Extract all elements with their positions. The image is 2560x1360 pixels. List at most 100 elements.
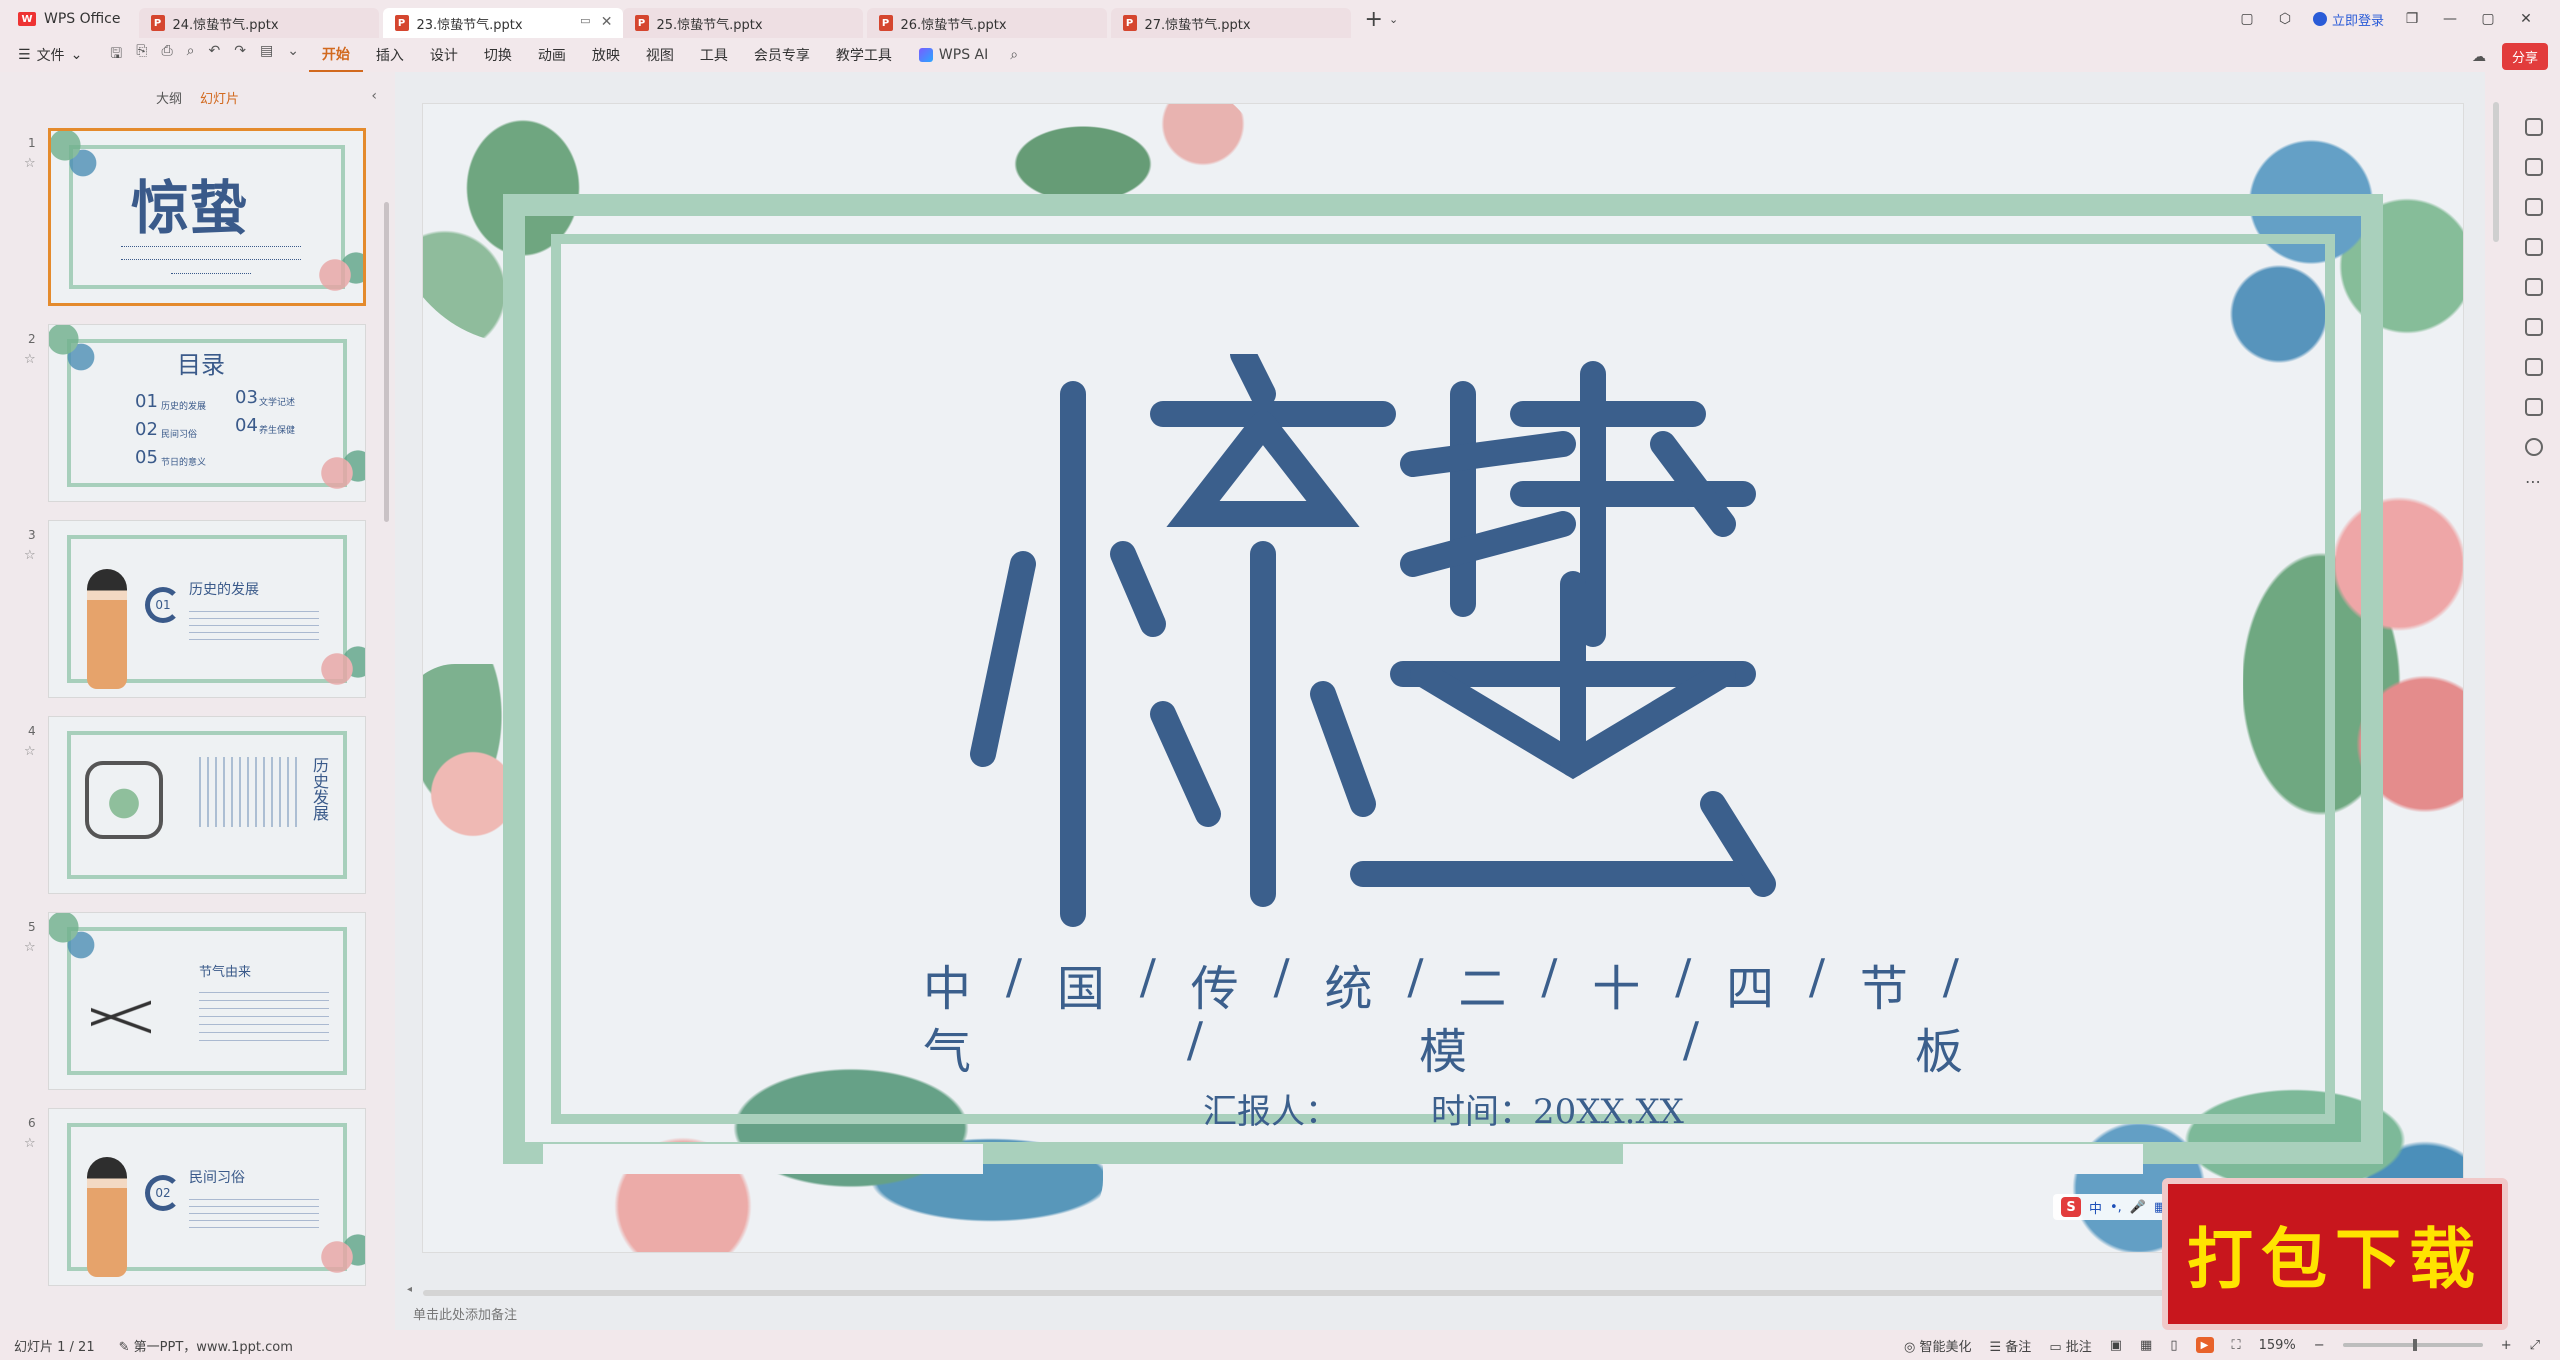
comments-button[interactable]: ▭ 批注 [2049,1336,2091,1355]
share-button[interactable]: 分享 [2501,43,2548,70]
thumbnail-image[interactable]: 节气由来 [48,912,366,1090]
monitor-icon[interactable]: ▭ [580,14,590,27]
sogou-ime-icon[interactable]: S [2061,1197,2081,1217]
tab-list-chevron-icon[interactable]: ⌄ [1389,13,1398,26]
download-badge[interactable]: 打包下载 [2162,1178,2508,1330]
star-icon[interactable]: ☆ [24,548,36,563]
slide-thumbnail-6[interactable]: 6 ☆ 02 民间习俗 [0,1108,395,1298]
export-pdf-icon[interactable]: ⎘ [136,43,147,67]
fullscreen-icon[interactable]: ⤢ [2530,1338,2540,1353]
theme-name[interactable]: ✎ 第一PPT，www.1ppt.com [119,1336,293,1355]
layout-icon[interactable] [2525,358,2543,376]
thumbnail-image[interactable]: 01 历史的发展 [48,520,366,698]
tab-animations[interactable]: 动画 [525,38,579,72]
tab-teaching-tools[interactable]: 教学工具 [823,38,905,72]
wps-home-tab[interactable]: W WPS Office [0,0,139,38]
doc-tab-27[interactable]: P 27.惊蛰节气.pptx [1110,8,1351,38]
search-icon[interactable]: ⌕ [1002,47,1026,63]
doc-tab-25[interactable]: P 25.惊蛰节气.pptx [622,8,863,38]
undo-icon[interactable]: ↶ [208,43,220,67]
doc-tab-26[interactable]: P 26.惊蛰节气.pptx [866,8,1107,38]
star-icon[interactable]: ☆ [24,156,36,171]
minimize-icon[interactable]: — [2440,11,2460,27]
file-menu[interactable]: ☰ 文件 ⌄ [0,45,100,65]
tools-icon[interactable] [2525,318,2543,336]
cube-icon[interactable]: ⬡ [2275,11,2295,27]
vertical-scrollbar[interactable] [2493,102,2499,242]
wps-ai-button[interactable]: WPS AI [905,47,1002,63]
print-preview-icon[interactable]: ⌕ [187,43,195,67]
more-options-icon[interactable]: ⋯ [2525,472,2541,491]
notes-button[interactable]: ☰ 备注 [1990,1336,2032,1355]
print-icon[interactable]: ⎙ [161,43,172,67]
zoom-slider-handle[interactable] [2413,1339,2418,1351]
fit-window-icon[interactable]: ⛶ [2232,1338,2241,1353]
login-button[interactable]: 立即登录 [2312,10,2384,29]
thumbnail-image[interactable]: 历史发展 [48,716,366,894]
tab-transitions[interactable]: 切换 [471,38,525,72]
smart-beautify-button[interactable]: ◎ 智能美化 [1904,1336,1972,1355]
settings-sliders-icon[interactable] [2525,158,2543,176]
panel-scrollbar[interactable] [384,202,389,522]
doc-tab-23[interactable]: P 23.惊蛰节气.pptx ▭ ✕ [382,8,623,38]
new-tab-plus-icon[interactable]: + [1365,7,1383,32]
slide-thumbnail-1[interactable]: 1 ☆ 惊蛰 [0,128,395,318]
tab-design[interactable]: 设计 [417,38,471,72]
zoom-level[interactable]: 159% [2259,1338,2296,1353]
normal-view-icon[interactable]: ▣ [2110,1338,2122,1353]
thumbnail-image[interactable]: 目录 01 历史的发展 02 民间习俗 03 文学记述 04 养生保健 05 节… [48,324,366,502]
current-slide[interactable]: 中 / 国 / 传 / 统 / 二 / 十 / 四 / 节 / 气 / 模 / … [423,104,2463,1252]
slide-thumbnail-2[interactable]: 2 ☆ 目录 01 历史的发展 02 民间习俗 03 文学记述 04 养生保健 … [0,324,395,514]
tab-slideshow[interactable]: 放映 [579,38,633,72]
reporter-label: 汇报人： [1203,1092,1339,1132]
tab-home[interactable]: 开始 [308,38,363,72]
star-icon[interactable]: ☆ [24,940,36,955]
redo-icon[interactable]: ↷ [234,43,246,67]
star-icon[interactable]: ☆ [24,352,36,367]
notes-placeholder[interactable]: 单击此处添加备注 [413,1304,517,1323]
horizontal-scrollbar[interactable] [423,1290,2323,1296]
play-slideshow-icon[interactable]: ▶ [2195,1337,2214,1353]
thumbnail-image[interactable]: 02 民间习俗 [48,1108,366,1286]
toc-number: 02 [135,419,158,440]
zoom-in-icon[interactable]: + [2501,1338,2512,1353]
share-doc-icon[interactable] [2525,398,2543,416]
properties-icon[interactable] [2525,118,2543,136]
maximize-icon[interactable]: ▢ [2478,11,2498,27]
save-icon[interactable]: 🖫 [110,43,122,67]
tab-insert[interactable]: 插入 [363,38,417,72]
slide-thumbnail-4[interactable]: 4 ☆ 历史发展 [0,716,395,906]
ime-microphone-icon[interactable]: 🎤 [2130,1200,2146,1215]
copy-icon[interactable] [2525,238,2543,256]
doc-tab-24[interactable]: P 24.惊蛰节气.pptx [138,8,379,38]
tab-member[interactable]: 会员专享 [741,38,823,72]
star-icon[interactable]: ☆ [24,1136,36,1151]
sorter-view-icon[interactable]: ▦ [2140,1338,2152,1353]
zoom-out-icon[interactable]: − [2314,1338,2325,1353]
thumbnail-image[interactable]: 惊蛰 [48,128,366,306]
slide-thumbnail-3[interactable]: 3 ☆ 01 历史的发展 [0,520,395,710]
slides-tab[interactable]: 幻灯片 [200,88,239,107]
collapse-panel-icon[interactable]: ‹ [371,88,377,104]
help-icon[interactable] [2525,438,2543,456]
star-favorite-icon[interactable] [2525,198,2543,216]
more-chevron-icon[interactable]: ⌄ [287,43,299,67]
ime-chinese-mode-icon[interactable]: 中 [2089,1198,2102,1217]
restore-window-icon[interactable]: ❐ [2402,11,2422,27]
ime-punctuation-icon[interactable]: •, [2110,1200,2122,1215]
scroll-left-arrow-icon[interactable]: ◂ [407,1284,412,1295]
image-icon[interactable] [2525,278,2543,296]
format-painter-icon[interactable]: ▤ [260,43,273,67]
tab-tools[interactable]: 工具 [687,38,741,72]
cloud-sync-icon[interactable]: ☁ [2472,49,2486,65]
slide-thumbnail-5[interactable]: 5 ☆ 节气由来 [0,912,395,1102]
tablet-mode-icon[interactable]: ▢ [2237,11,2257,27]
zoom-slider[interactable] [2342,1339,2483,1351]
reading-view-icon[interactable]: ▯ [2170,1338,2177,1353]
outline-tab[interactable]: 大纲 [156,88,182,107]
close-window-icon[interactable]: ✕ [2516,11,2536,27]
subtitle-char: 模 [1418,1024,1467,1080]
star-icon[interactable]: ☆ [24,744,36,759]
close-icon[interactable]: ✕ [601,14,613,30]
tab-view[interactable]: 视图 [633,38,687,72]
